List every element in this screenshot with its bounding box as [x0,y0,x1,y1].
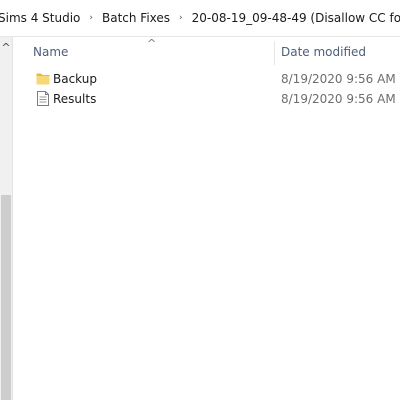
file-explorer-window: Sims 4 Studio › Batch Fixes › 20-08-19_0… [0,0,400,400]
breadcrumb-item-sims4studio[interactable]: Sims 4 Studio [0,0,84,36]
column-header-row: Name ^ Date modified [13,37,400,67]
breadcrumb-item-batch-fixes[interactable]: Batch Fixes [98,0,174,36]
column-divider[interactable] [274,41,275,65]
chevron-right-icon[interactable]: › [174,0,188,36]
navigation-pane: ^ [0,37,13,400]
column-header-date-modified[interactable]: Date modified [281,45,366,59]
file-date-modified: 8/19/2020 9:56 AM [281,72,396,86]
file-name: Results [53,92,97,106]
file-list: Backup 8/19/2020 9:56 AM Results 8/19/20… [13,69,400,109]
sort-ascending-icon: ^ [147,37,157,50]
scrollbar-thumb[interactable] [1,195,11,400]
list-item[interactable]: Results 8/19/2020 9:56 AM [13,89,400,109]
breadcrumb: Sims 4 Studio › Batch Fixes › 20-08-19_0… [0,0,400,37]
text-file-icon [36,91,50,106]
breadcrumb-item-current-folder[interactable]: 20-08-19_09-48-49 (Disallow CC for rando… [188,0,400,36]
column-header-name[interactable]: Name [33,45,68,59]
file-date-modified: 8/19/2020 9:56 AM [281,92,396,106]
file-name: Backup [53,72,97,86]
chevron-right-icon[interactable]: › [84,0,98,36]
scroll-up-icon[interactable]: ^ [0,40,12,56]
folder-icon [36,71,50,86]
list-item[interactable]: Backup 8/19/2020 9:56 AM [13,69,400,89]
